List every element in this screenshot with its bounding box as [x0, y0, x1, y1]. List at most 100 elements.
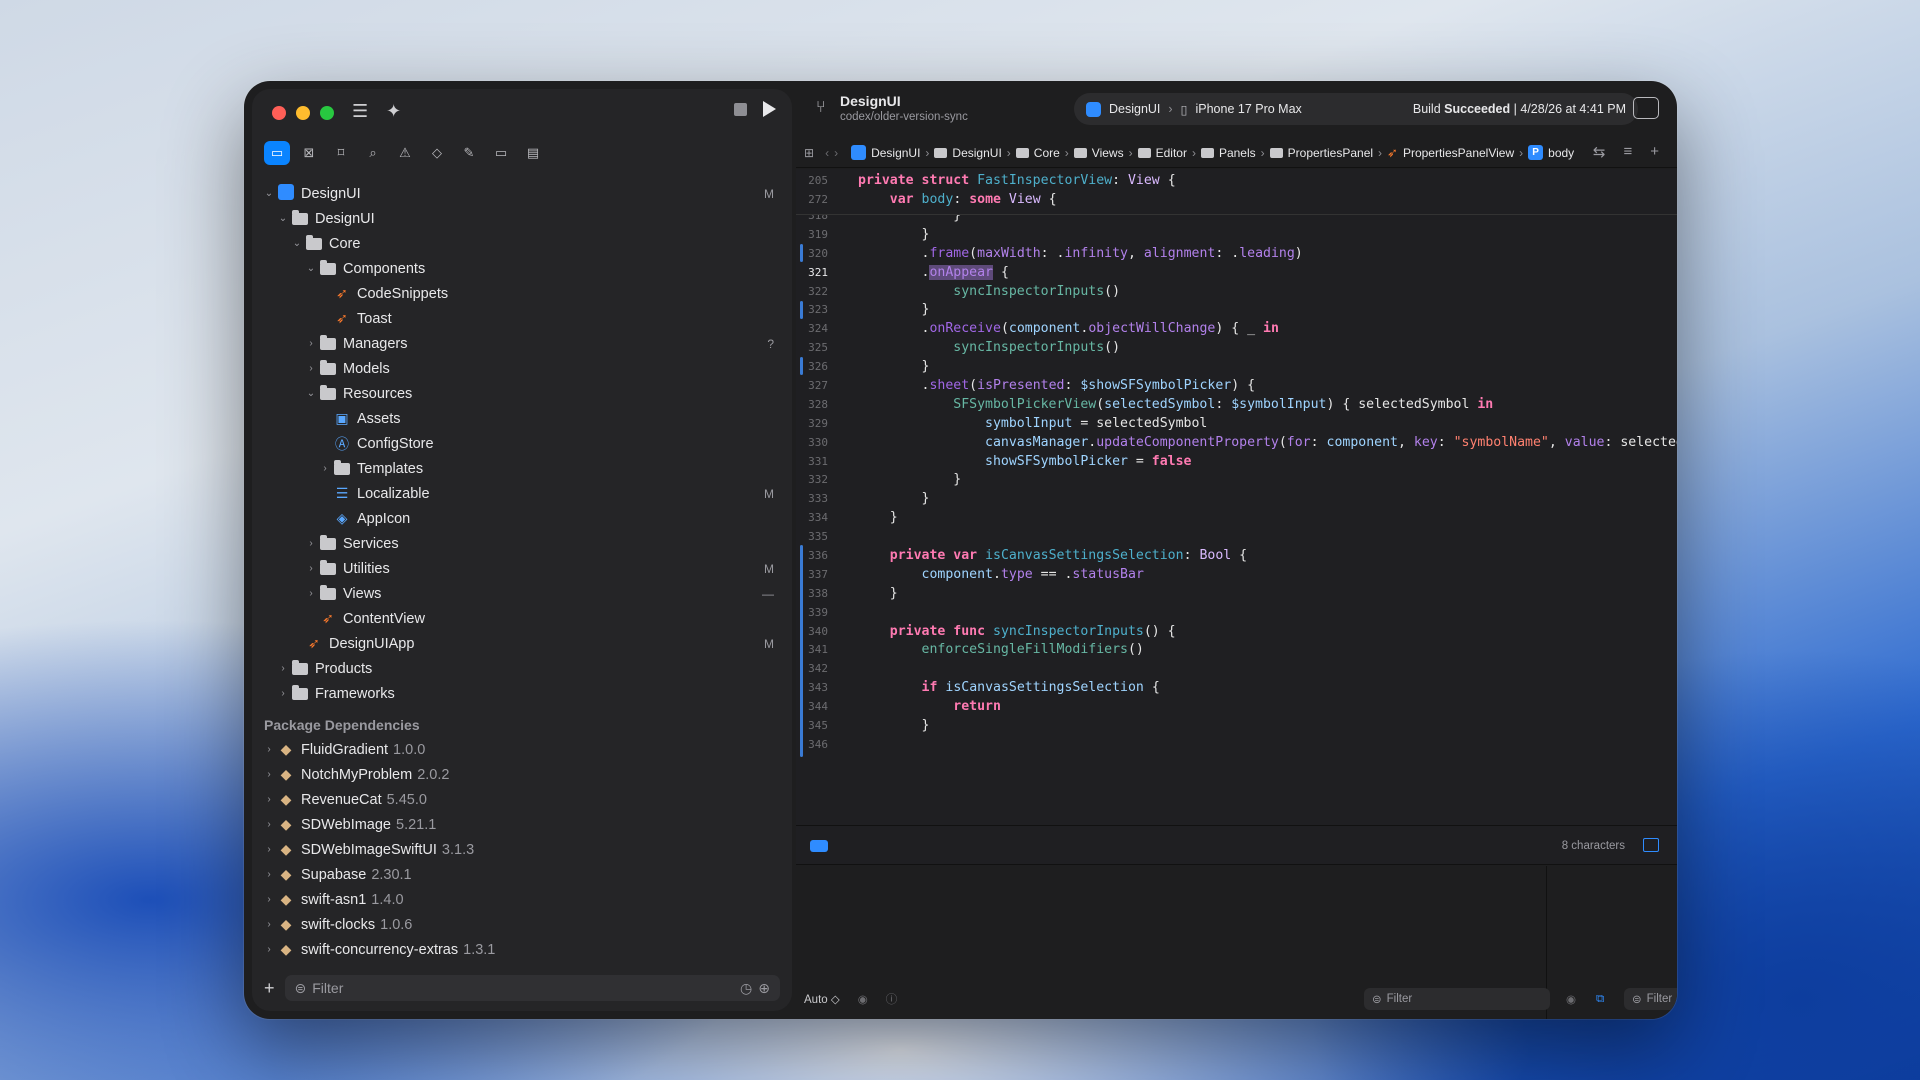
package-item[interactable]: › ◆ swift-concurrency-extras 1.3.1	[252, 937, 792, 962]
stop-icon[interactable]	[734, 102, 747, 116]
add-icon[interactable]: +	[264, 978, 275, 999]
breadcrumb-item[interactable]: DesignUI	[851, 145, 920, 160]
zoom-button[interactable]	[320, 106, 334, 120]
branch-name[interactable]: codex/older-version-sync	[840, 111, 968, 123]
close-button[interactable]	[272, 106, 286, 120]
chevron-down-icon[interactable]: ⌄	[262, 188, 276, 199]
tree-item[interactable]: ☰ Localizable M	[252, 481, 792, 506]
chevron-down-icon[interactable]: ⌄	[304, 388, 318, 399]
debug-icon[interactable]: ✎	[456, 141, 482, 165]
tree-item[interactable]: ➶ ContentView	[252, 606, 792, 631]
breadcrumb-item[interactable]: Core	[1015, 146, 1060, 160]
variables-filter[interactable]: ⊜ Filter	[1364, 988, 1550, 1010]
test-icon[interactable]: ◇	[424, 141, 450, 165]
tree-item[interactable]: ⌄ DesignUI	[252, 206, 792, 231]
chevron-right-icon[interactable]: ›	[304, 338, 318, 349]
source-control-icon[interactable]: ⊠	[296, 141, 322, 165]
run-icon[interactable]	[763, 101, 776, 117]
chevron-right-icon[interactable]: ›	[318, 463, 332, 474]
breadcrumb-item[interactable]: Panels	[1200, 146, 1256, 160]
chevron-right-icon[interactable]: ›	[262, 844, 276, 855]
breadcrumb-item[interactable]: DesignUI	[934, 146, 1002, 160]
minimize-button[interactable]	[296, 106, 310, 120]
chevron-right-icon[interactable]: ›	[304, 563, 318, 574]
find-icon[interactable]: ⌕	[360, 141, 386, 165]
breakpoints-toggle-icon[interactable]	[810, 840, 828, 852]
chevron-right-icon[interactable]: ›	[304, 538, 318, 549]
chevron-down-icon[interactable]: ⌄	[290, 238, 304, 249]
related-items-icon[interactable]: ⊞	[804, 146, 814, 160]
forward-icon[interactable]: ›	[834, 146, 838, 160]
issue-icon[interactable]: ⚠	[392, 141, 418, 165]
navigator-filter[interactable]: ⊜ Filter ◷ ⊕	[284, 975, 780, 1001]
tree-item[interactable]: ⌄ Components	[252, 256, 792, 281]
debug-area-toggle-icon[interactable]	[1643, 838, 1659, 852]
tree-item[interactable]: ➶ CodeSnippets	[252, 281, 792, 306]
variables-mode-select[interactable]: Auto ◇	[804, 992, 840, 1006]
package-item[interactable]: › ◆ SDWebImageSwiftUI 3.1.3	[252, 837, 792, 862]
bookmark-icon[interactable]: ⌑	[328, 141, 354, 165]
inspector-toggle-icon[interactable]	[1633, 97, 1659, 119]
chevron-right-icon[interactable]: ›	[262, 894, 276, 905]
breadcrumb-item[interactable]: Pbody	[1528, 145, 1574, 160]
tree-item[interactable]: ➶ DesignUIApp M	[252, 631, 792, 656]
add-editor-icon[interactable]: +	[1650, 143, 1659, 161]
project-navigator-icon[interactable]: ▭	[264, 141, 290, 165]
list-icon[interactable]: ☰	[352, 101, 368, 122]
tree-item[interactable]: ⌄ Core	[252, 231, 792, 256]
package-item[interactable]: › ◆ RevenueCat 5.45.0	[252, 787, 792, 812]
package-item[interactable]: › ◆ swift-clocks 1.0.6	[252, 912, 792, 937]
report-icon[interactable]: ▤	[520, 141, 546, 165]
scheme-selector[interactable]: DesignUI › ▯ iPhone 17 Pro Max Build Suc…	[1074, 93, 1638, 125]
tree-item[interactable]: › Services	[252, 531, 792, 556]
package-item[interactable]: › ◆ FluidGradient 1.0.0	[252, 737, 792, 762]
tree-item[interactable]: › Products	[252, 656, 792, 681]
breadcrumb-item[interactable]: Editor	[1137, 146, 1187, 160]
eye-icon[interactable]: ◉	[858, 992, 868, 1006]
chevron-right-icon[interactable]: ›	[262, 744, 276, 755]
chevron-right-icon[interactable]: ›	[304, 588, 318, 599]
tree-item[interactable]: › Managers ?	[252, 331, 792, 356]
back-icon[interactable]: ‹	[825, 146, 829, 160]
console-filter[interactable]: ⊜ Filter	[1624, 988, 1677, 1010]
chevron-right-icon[interactable]: ›	[276, 688, 290, 699]
source-editor[interactable]: 205 private struct FastInspectorView: Vie…	[796, 169, 1677, 825]
destination-device[interactable]: iPhone 17 Pro Max	[1195, 102, 1301, 116]
chevron-right-icon[interactable]: ›	[262, 919, 276, 930]
tree-item[interactable]: ➶ Toast	[252, 306, 792, 331]
source-control-filter-icon[interactable]: ⊕	[758, 980, 770, 997]
recent-files-icon[interactable]: ◷	[740, 980, 752, 997]
chevron-down-icon[interactable]: ⌄	[276, 213, 290, 224]
tree-item[interactable]: › Models	[252, 356, 792, 381]
compare-icon[interactable]: ⇆	[1593, 143, 1606, 161]
tree-item[interactable]: ⌄ DesignUI M	[252, 181, 792, 206]
breadcrumb-item[interactable]: Views	[1073, 146, 1124, 160]
tree-item[interactable]: Ⓐ ConfigStore	[252, 431, 792, 456]
breadcrumb-item[interactable]: PropertiesPanel	[1269, 146, 1373, 160]
chevron-right-icon[interactable]: ›	[262, 769, 276, 780]
chevron-right-icon[interactable]: ›	[262, 794, 276, 805]
tree-item[interactable]: › Templates	[252, 456, 792, 481]
scheme-target[interactable]: DesignUI	[1109, 102, 1160, 116]
info-icon[interactable]: ⓘ	[886, 991, 898, 1007]
package-item[interactable]: › ◆ swift-asn1 1.4.0	[252, 887, 792, 912]
chevron-right-icon[interactable]: ›	[276, 663, 290, 674]
package-item[interactable]: › ◆ Supabase 2.30.1	[252, 862, 792, 887]
package-item[interactable]: › ◆ NotchMyProblem 2.0.2	[252, 762, 792, 787]
breakpoint-icon[interactable]: ▭	[488, 141, 514, 165]
console-toggle-icon[interactable]: ⧉	[1596, 993, 1604, 1006]
chevron-right-icon[interactable]: ›	[262, 819, 276, 830]
package-item[interactable]: › ◆ SDWebImage 5.21.1	[252, 812, 792, 837]
tree-item[interactable]: › Frameworks	[252, 681, 792, 706]
chevron-right-icon[interactable]: ›	[262, 944, 276, 955]
tree-item[interactable]: › Utilities M	[252, 556, 792, 581]
breadcrumb-item[interactable]: ➶ PropertiesPanelView	[1387, 145, 1514, 161]
chevron-right-icon[interactable]: ›	[304, 363, 318, 374]
chevron-down-icon[interactable]: ⌄	[304, 263, 318, 274]
tree-item[interactable]: ◈ AppIcon	[252, 506, 792, 531]
tree-item[interactable]: ⌄ Resources	[252, 381, 792, 406]
sparkle-icon[interactable]: ✦	[386, 101, 401, 122]
tree-item[interactable]: ▣ Assets	[252, 406, 792, 431]
tree-item[interactable]: › Views —	[252, 581, 792, 606]
chevron-right-icon[interactable]: ›	[262, 869, 276, 880]
